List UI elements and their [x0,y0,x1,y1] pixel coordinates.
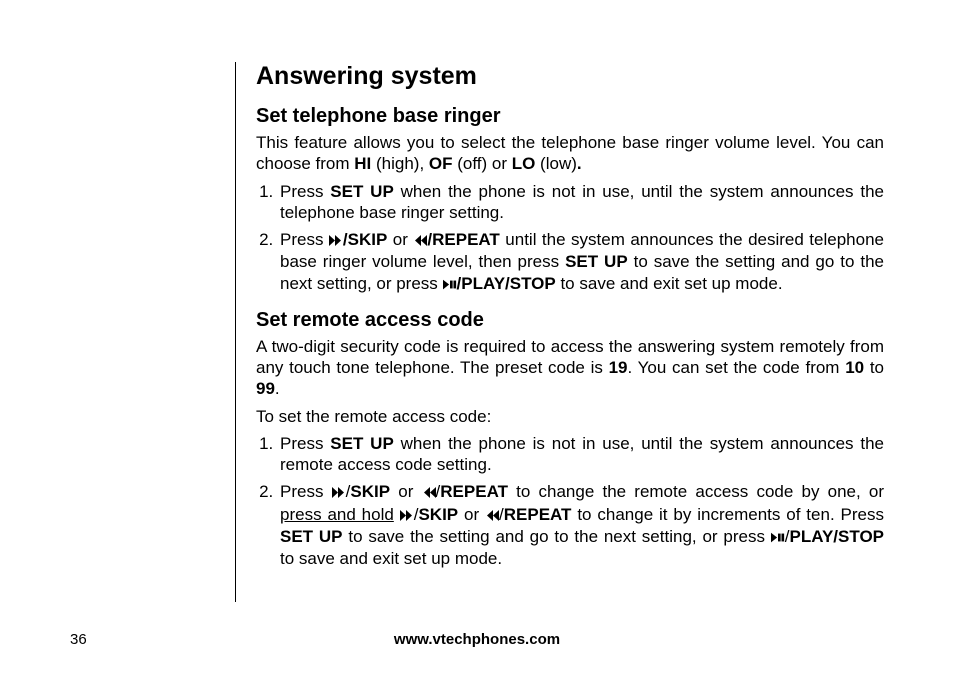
fast-forward-icon [329,230,343,251]
rewind-icon [422,482,436,503]
text: (high), [371,154,429,173]
text: . You can set the code from [628,358,846,377]
code-min: 10 [845,358,864,377]
play-stop-icon [443,274,457,295]
key-skip-word: SKIP [418,505,458,524]
text: Press [280,482,332,501]
fast-forward-icon [400,505,414,526]
text: to save and exit set up mode. [556,274,783,293]
code-max: 99 [256,379,275,398]
text: to change the remote access code by one,… [508,482,884,501]
text: to save and exit set up mode. [280,549,502,568]
key-skip-word: SKIP [350,482,390,501]
text: Press [280,230,329,249]
label-lo: LO [512,154,536,173]
footer-url: www.vtechphones.com [0,631,954,648]
fast-forward-icon [332,482,346,503]
text: to [864,358,884,377]
key-repeat-word: REPEAT [440,482,508,501]
remote-lead: To set the remote access code: [256,406,884,427]
key-setup: SET UP [330,434,394,453]
remote-step-1: Press SET UP when the phone is not in us… [278,433,884,476]
section-heading-remote: Set remote access code [256,309,884,332]
key-setup: SET UP [280,527,343,546]
rewind-icon [485,505,499,526]
text: Press [280,182,330,201]
page-title: Answering system [256,62,884,91]
code-default: 19 [609,358,628,377]
rewind-icon [413,230,427,251]
key-repeat: /REPEAT [427,230,499,249]
key-playstop: /PLAY/STOP [457,274,556,293]
text: to change it by increments of ten. Press [571,505,884,524]
remote-step-2: Press /SKIP or /REPEAT to change the rem… [278,481,884,569]
text: (low) [535,154,577,173]
label-of: OF [429,154,453,173]
ringer-intro: This feature allows you to select the te… [256,132,884,175]
content-column: Answering system Set telephone base ring… [235,62,884,602]
press-and-hold: press and hold [280,505,394,524]
remote-steps: Press SET UP when the phone is not in us… [256,433,884,570]
ringer-step-1: Press SET UP when the phone is not in us… [278,181,884,224]
text: or [387,230,413,249]
remote-intro: A two-digit security code is required to… [256,336,884,400]
period: . [577,154,582,173]
text: . [275,379,280,398]
text: (off) or [453,154,512,173]
key-setup: SET UP [565,252,628,271]
play-stop-icon [771,527,785,548]
label-hi: HI [354,154,371,173]
manual-page: Answering system Set telephone base ring… [0,0,954,682]
key-repeat-word: REPEAT [504,505,572,524]
ringer-step-2: Press /SKIP or /REPEAT until the system … [278,229,884,295]
text: to save the setting and go to the next s… [343,527,771,546]
key-playstop-word: PLAY/STOP [790,527,884,546]
key-skip: /SKIP [343,230,387,249]
key-setup: SET UP [330,182,394,201]
text: Press [280,434,330,453]
ringer-steps: Press SET UP when the phone is not in us… [256,181,884,295]
text: or [390,482,421,501]
section-heading-ringer: Set telephone base ringer [256,105,884,128]
text: or [458,505,485,524]
